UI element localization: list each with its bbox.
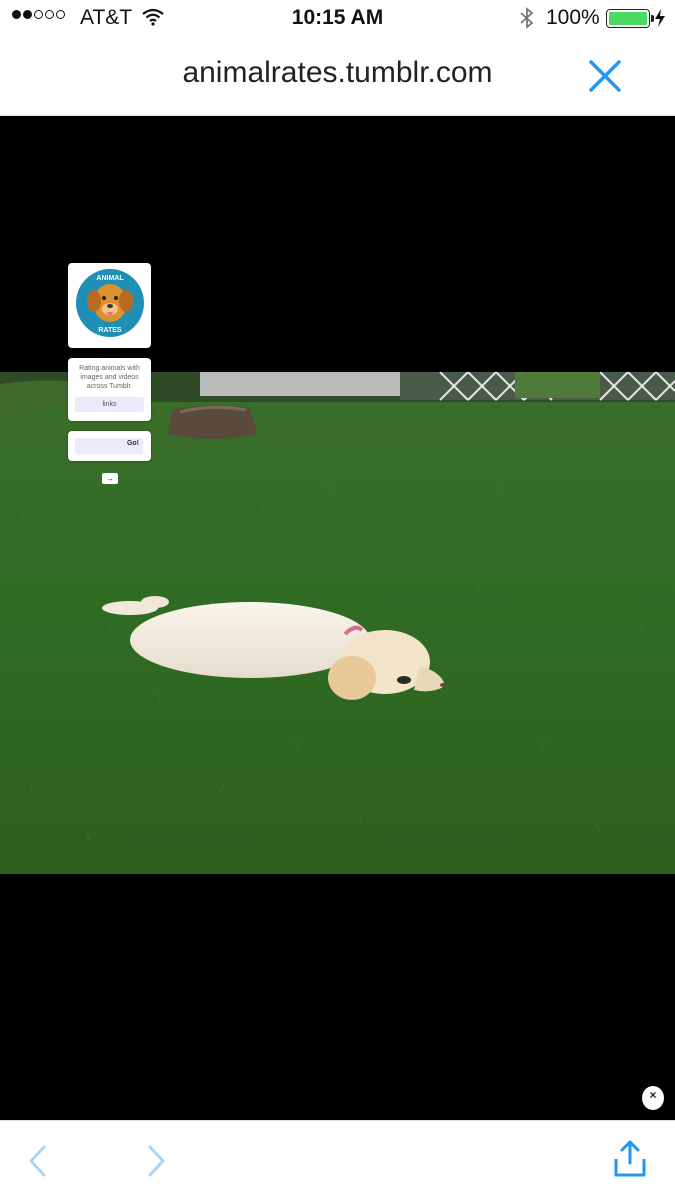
share-icon (614, 1140, 646, 1177)
logo-text-top: ANIMAL (96, 275, 124, 282)
web-content: ANIMAL RATES Rating animals with images … (0, 116, 675, 1120)
blog-description-card: Rating animals with images and videos ac… (68, 358, 151, 421)
browser-header: animalrates.tumblr.com (0, 38, 675, 116)
close-x-icon (589, 60, 621, 92)
page-url: animalrates.tumblr.com (182, 56, 493, 89)
search-card: Go! (68, 431, 151, 461)
blog-logo[interactable]: ANIMAL RATES (68, 263, 151, 348)
next-arrow-button[interactable]: → (102, 473, 118, 484)
charging-bolt-icon (654, 8, 666, 33)
go-button[interactable]: Go! (127, 440, 139, 447)
battery-percent: 100% (546, 6, 600, 29)
back-button[interactable] (26, 1143, 50, 1184)
forward-button[interactable] (144, 1143, 168, 1184)
logo-text-bottom: RATES (98, 327, 122, 334)
bluetooth-icon (518, 6, 536, 35)
dismiss-button[interactable]: × (642, 1086, 664, 1110)
links-button[interactable]: links (75, 397, 144, 412)
battery-icon (606, 9, 654, 28)
chevron-right-icon (148, 1145, 165, 1177)
share-button[interactable] (610, 1139, 650, 1184)
blog-description: Rating animals with images and videos ac… (79, 365, 140, 390)
chevron-left-icon (29, 1145, 46, 1177)
status-bar: AT&T 10:15 AM 100% (0, 0, 675, 38)
dog-logo-icon: ANIMAL RATES (76, 269, 144, 337)
browser-toolbar (0, 1120, 675, 1201)
close-button[interactable] (585, 58, 625, 94)
